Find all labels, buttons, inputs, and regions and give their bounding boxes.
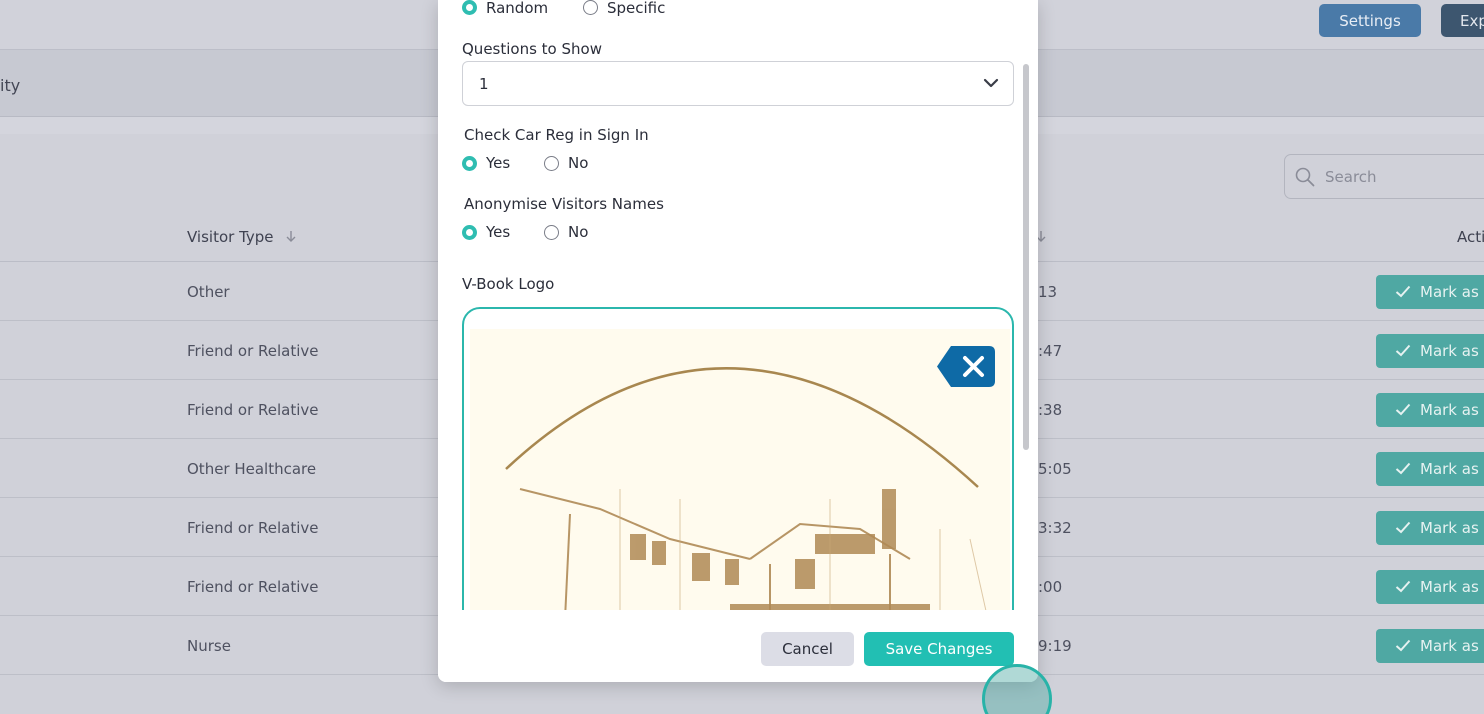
column-header-label: Visitor Type <box>187 228 274 246</box>
chevron-down-icon <box>983 78 999 88</box>
search-input[interactable] <box>1325 166 1475 188</box>
radio-random-label: Random <box>486 0 549 17</box>
sub-header-label: ity <box>0 76 21 95</box>
logo-image <box>470 329 1010 629</box>
check-icon <box>1395 639 1411 652</box>
mark-as-label: Mark as <box>1420 401 1479 419</box>
check-icon <box>1395 521 1411 534</box>
car-reg-yes-radio[interactable] <box>462 156 477 171</box>
time-cell: :47 <box>1038 342 1063 360</box>
mark-as-button[interactable]: Mark as <box>1376 629 1484 663</box>
mark-as-label: Mark as <box>1420 578 1479 596</box>
sort-arrow-icon <box>286 231 296 242</box>
visitor-type-cell: Other <box>187 283 230 301</box>
check-car-reg-label: Check Car Reg in Sign In <box>464 126 649 144</box>
logo-upload-area[interactable] <box>462 307 1014 637</box>
logo-label: V-Book Logo <box>462 275 555 293</box>
radio-random[interactable] <box>462 0 477 15</box>
mark-as-button[interactable]: Mark as <box>1376 570 1484 604</box>
car-reg-yes-label: Yes <box>486 154 511 172</box>
check-icon <box>1395 285 1411 298</box>
modal-scrollbar-thumb[interactable] <box>1023 64 1029 450</box>
mark-as-button[interactable]: Mark as <box>1376 452 1484 486</box>
check-icon <box>1395 344 1411 357</box>
visitor-type-cell: Other Healthcare <box>187 460 317 478</box>
anonymise-yes-radio[interactable] <box>462 225 477 240</box>
search-icon <box>1295 167 1315 187</box>
mark-as-label: Mark as <box>1420 342 1479 360</box>
radio-specific-label: Specific <box>607 0 666 17</box>
car-reg-no-radio[interactable] <box>544 156 559 171</box>
mark-as-label: Mark as <box>1420 460 1479 478</box>
visitor-type-cell: Friend or Relative <box>187 519 319 537</box>
remove-logo-button[interactable] <box>937 346 995 387</box>
settings-button[interactable]: Settings <box>1319 4 1421 37</box>
anonymise-label: Anonymise Visitors Names <box>464 195 664 213</box>
radio-specific[interactable] <box>583 0 598 15</box>
mark-as-button[interactable]: Mark as <box>1376 393 1484 427</box>
visitor-type-cell: Friend or Relative <box>187 401 319 419</box>
anonymise-no-radio[interactable] <box>544 225 559 240</box>
visitor-type-cell: Friend or Relative <box>187 342 319 360</box>
time-cell: 9:19 <box>1038 637 1072 655</box>
column-header-visitor-type[interactable]: Visitor Type <box>187 228 298 246</box>
questions-to-show-value: 1 <box>479 75 489 93</box>
check-icon <box>1395 462 1411 475</box>
search-box[interactable] <box>1284 154 1484 199</box>
save-changes-button[interactable]: Save Changes <box>864 632 1014 666</box>
mark-as-button[interactable]: Mark as <box>1376 275 1484 309</box>
mark-as-button[interactable]: Mark as <box>1376 511 1484 545</box>
questions-to-show-label: Questions to Show <box>462 40 602 58</box>
cancel-button[interactable]: Cancel <box>761 632 854 666</box>
check-icon <box>1395 580 1411 593</box>
check-icon <box>1395 403 1411 416</box>
questions-to-show-select[interactable]: 1 <box>462 61 1014 106</box>
time-cell: :38 <box>1038 401 1063 419</box>
anonymise-yes-label: Yes <box>486 223 511 241</box>
column-header-actions: Acti <box>1457 228 1484 246</box>
car-reg-no-label: No <box>568 154 589 172</box>
time-cell: 5:05 <box>1038 460 1072 478</box>
time-cell: 13 <box>1038 283 1058 301</box>
mark-as-label: Mark as <box>1420 283 1479 301</box>
mark-as-label: Mark as <box>1420 637 1479 655</box>
mark-as-button[interactable]: Mark as <box>1376 334 1484 368</box>
visitor-type-cell: Nurse <box>187 637 231 655</box>
anonymise-no-label: No <box>568 223 589 241</box>
time-cell: :00 <box>1038 578 1063 596</box>
visitor-type-cell: Friend or Relative <box>187 578 319 596</box>
time-cell: 3:32 <box>1038 519 1072 537</box>
export-button[interactable]: Exp <box>1441 4 1484 37</box>
mark-as-label: Mark as <box>1420 519 1479 537</box>
